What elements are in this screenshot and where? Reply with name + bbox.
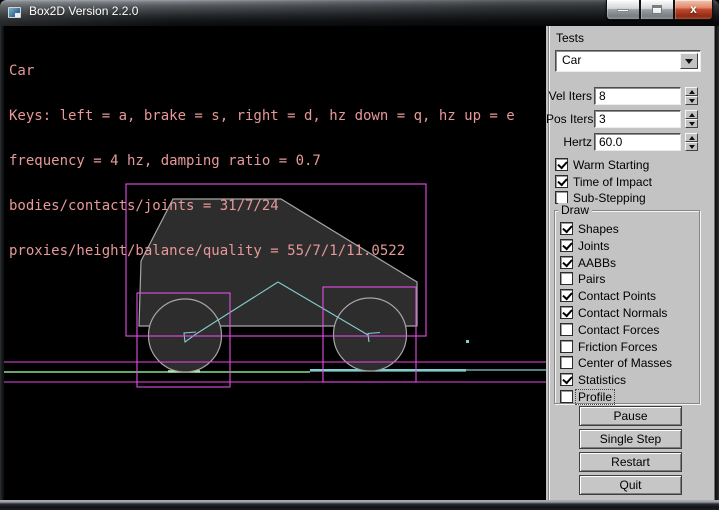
hertz-label: Hertz — [546, 135, 592, 149]
profile-label: Profile — [576, 390, 614, 404]
checkbox-box[interactable] — [560, 373, 573, 386]
window-title: Box2D Version 2.2.0 — [29, 0, 138, 23]
hertz-value: 60.0 — [599, 135, 622, 149]
contact-points-label: Contact Points — [578, 289, 656, 303]
chevron-down-icon — [685, 59, 693, 64]
aabbs-label: AABBs — [578, 256, 616, 270]
vel-iters-down-button[interactable] — [685, 96, 698, 105]
pos-iters-stepper — [685, 110, 698, 128]
tests-dropdown[interactable]: Car — [555, 50, 701, 72]
pos-iters-label: Pos Iters — [546, 112, 592, 126]
vel-iters-value: 8 — [599, 89, 606, 103]
window-controls: x — [606, 0, 713, 20]
joint-anchor-mark — [466, 340, 469, 343]
pairs-label: Pairs — [578, 272, 605, 286]
up-arrow-icon — [689, 136, 695, 140]
app-window: Box2D Version 2.2.0 x — [0, 0, 719, 510]
tests-label: Tests — [556, 31, 584, 45]
hertz-input[interactable]: 60.0 — [594, 133, 681, 151]
checkbox-box[interactable] — [560, 256, 573, 269]
proxies-stats-line: proxies/height/balance/quality = 55/7/1/… — [9, 244, 515, 259]
joints-label: Joints — [578, 239, 609, 253]
close-icon: x — [675, 0, 712, 19]
contact-normals-label: Contact Normals — [578, 306, 667, 320]
pos-iters-row: Pos Iters 3 — [546, 110, 715, 128]
vel-iters-label: Vel Iters — [546, 89, 592, 103]
front-wheel — [334, 298, 407, 371]
checkbox-box[interactable] — [560, 272, 573, 285]
vel-iters-row: Vel Iters 8 — [546, 87, 715, 105]
hertz-stepper — [685, 133, 698, 151]
bodies-stats-line: bodies/contacts/joints = 31/7/24 — [9, 199, 515, 214]
checkbox-box[interactable] — [560, 390, 573, 403]
pos-iters-value: 3 — [599, 112, 606, 126]
down-arrow-icon — [689, 145, 695, 149]
maximize-button[interactable] — [640, 0, 674, 20]
checkbox-box[interactable] — [560, 239, 573, 252]
warm-starting-label: Warm Starting — [573, 158, 649, 172]
hertz-up-button[interactable] — [685, 133, 698, 142]
contact-forces-label: Contact Forces — [578, 323, 659, 337]
checkbox-box[interactable] — [560, 222, 573, 235]
app-icon — [8, 7, 21, 18]
tests-dropdown-button[interactable] — [680, 53, 698, 69]
minimize-button[interactable] — [606, 0, 640, 20]
vel-iters-up-button[interactable] — [685, 87, 698, 96]
checkbox-box[interactable] — [560, 356, 573, 369]
up-arrow-icon — [689, 90, 695, 94]
checkbox-box[interactable] — [555, 175, 568, 188]
checkbox-box[interactable] — [555, 158, 568, 171]
maximize-icon — [652, 5, 662, 14]
friction-forces-label: Friction Forces — [578, 340, 657, 354]
close-button[interactable]: x — [674, 0, 713, 20]
checkbox-box[interactable] — [560, 340, 573, 353]
pos-iters-down-button[interactable] — [685, 119, 698, 128]
pos-iters-up-button[interactable] — [685, 110, 698, 119]
time-of-impact-label: Time of Impact — [573, 175, 652, 189]
checkbox-box[interactable] — [560, 289, 573, 302]
pause-button[interactable]: Pause — [579, 406, 682, 426]
simulation-canvas[interactable]: Car Keys: left = a, brake = s, right = d… — [4, 26, 546, 500]
window-border-right — [715, 26, 719, 500]
minimize-icon — [617, 9, 629, 12]
keys-line: Keys: left = a, brake = s, right = d, hz… — [9, 109, 515, 124]
frequency-line: frequency = 4 hz, damping ratio = 0.7 — [9, 154, 515, 169]
shapes-label: Shapes — [578, 222, 619, 236]
hertz-down-button[interactable] — [685, 142, 698, 151]
vel-iters-stepper — [685, 87, 698, 105]
checkbox-box[interactable] — [560, 306, 573, 319]
checkbox-box[interactable] — [560, 323, 573, 336]
center-of-masses-label: Center of Masses — [578, 356, 672, 370]
vel-iters-input[interactable]: 8 — [594, 87, 681, 105]
quit-button[interactable]: Quit — [579, 475, 682, 495]
window-border-bottom — [0, 500, 719, 510]
restart-button[interactable]: Restart — [579, 452, 682, 472]
statistics-label: Statistics — [578, 373, 626, 387]
up-arrow-icon — [689, 113, 695, 117]
debug-info-text: Car Keys: left = a, brake = s, right = d… — [9, 34, 515, 289]
single-step-button[interactable]: Single Step — [579, 429, 682, 449]
draw-group-title: Draw — [558, 203, 592, 217]
control-panel: Tests Car Vel Iters 8 Pos Iters 3 Hertz … — [546, 26, 715, 500]
ground-edge-cyan-thick — [310, 369, 466, 372]
down-arrow-icon — [689, 99, 695, 103]
test-name-line: Car — [9, 64, 515, 79]
hertz-row: Hertz 60.0 — [546, 133, 715, 151]
tests-dropdown-value: Car — [562, 53, 581, 67]
pos-iters-input[interactable]: 3 — [594, 110, 681, 128]
down-arrow-icon — [689, 122, 695, 126]
